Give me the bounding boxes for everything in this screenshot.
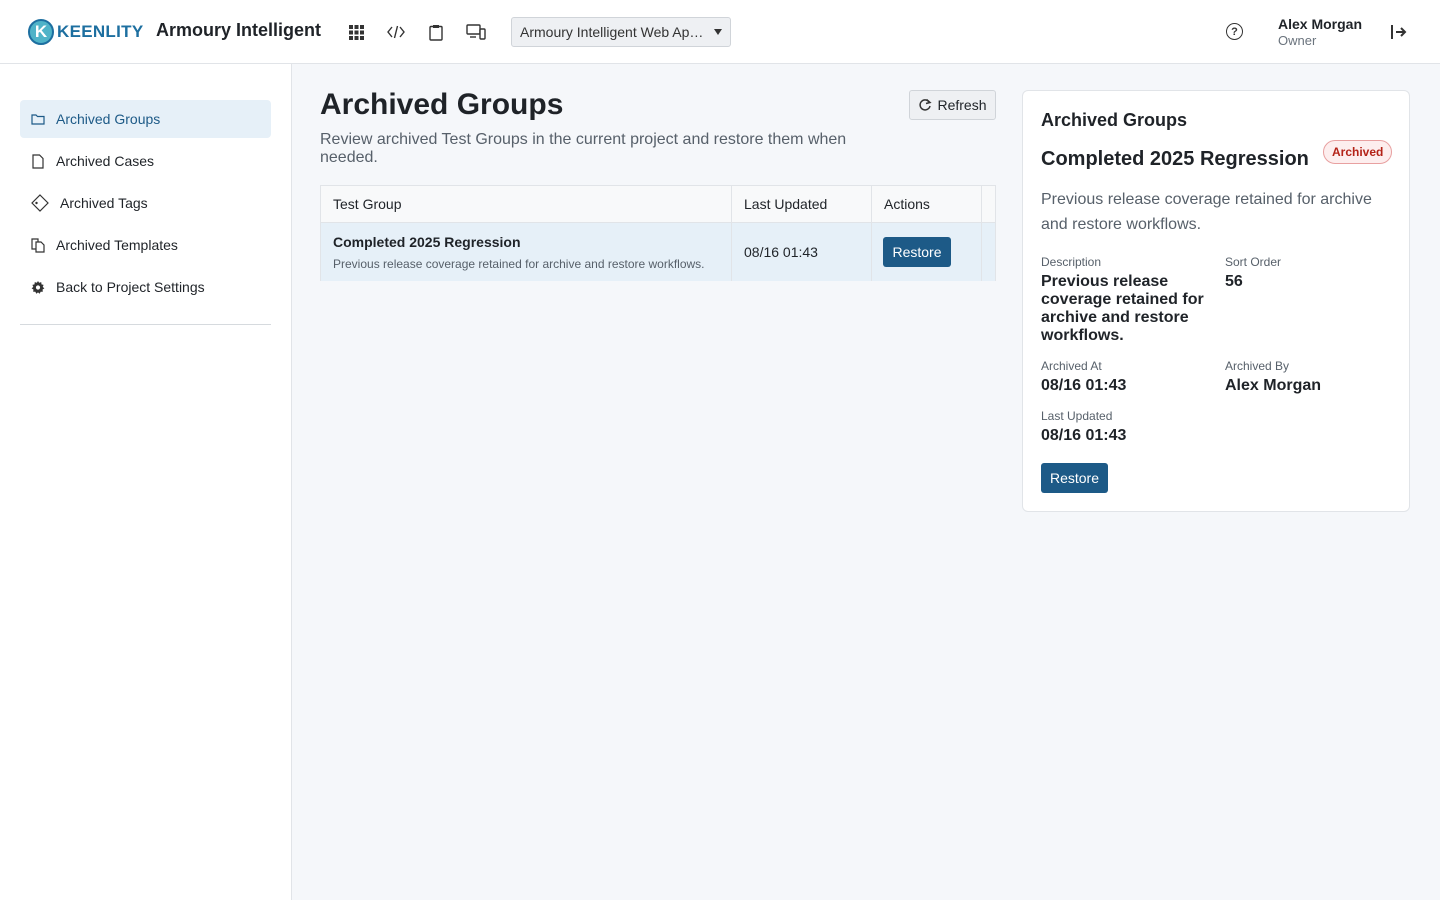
detail-summary: Previous release coverage retained for a… (1041, 191, 1372, 233)
sidebar-divider (20, 324, 271, 325)
column-header-last-updated[interactable]: Last Updated (732, 186, 872, 223)
column-header-test-group[interactable]: Test Group (321, 186, 732, 223)
sidebar-item-label: Archived Groups (56, 111, 161, 127)
sidebar-item-project-settings[interactable]: Back to Project Settings (20, 268, 271, 306)
devices-icon[interactable] (465, 21, 487, 43)
detail-title: Completed 2025 Regression (1041, 148, 1309, 170)
project-select-value: Armoury Intelligent Web Application (520, 24, 706, 40)
app-title: Armoury Intelligent (156, 20, 322, 40)
tag-icon (31, 194, 49, 212)
archived-groups-table: Test Group Last Updated Actions Complete… (320, 185, 996, 281)
sidebar-item-label: Archived Tags (60, 195, 148, 211)
archived-by-label: Archived By (1225, 359, 1290, 373)
column-header-spacer (982, 186, 995, 223)
page-subtitle: Review archived Test Groups in the curre… (320, 131, 847, 166)
last-updated-label: Last Updated (1041, 409, 1113, 423)
description-label: Description (1041, 255, 1102, 269)
project-select[interactable]: Armoury Intelligent Web Application (511, 17, 731, 47)
detail-restore-button[interactable]: Restore (1041, 463, 1108, 493)
sidebar-item-archived-cases[interactable]: Archived Cases (20, 142, 271, 180)
user-role: Owner (1278, 33, 1317, 48)
column-header-actions: Actions (872, 186, 982, 223)
refresh-icon (919, 98, 933, 111)
chevron-down-icon (714, 29, 722, 35)
archived-at-value: 08/16 01:43 (1041, 377, 1127, 394)
file-icon (31, 153, 45, 169)
refresh-label: Refresh (937, 97, 987, 113)
sort-order-value: 56 (1225, 273, 1243, 290)
sidebar-item-label: Archived Cases (56, 153, 155, 169)
refresh-button[interactable]: Refresh (909, 90, 996, 120)
sidebar-item-archived-templates[interactable]: Archived Templates (20, 226, 271, 264)
cell-test-group: Completed 2025 Regression Previous relea… (321, 223, 732, 281)
cell-actions: Restore (872, 223, 982, 281)
archived-by-value: Alex Morgan (1225, 377, 1322, 394)
group-name: Completed 2025 Regression (333, 234, 521, 250)
archived-at-label: Archived At (1041, 359, 1102, 373)
cell-spacer (982, 223, 995, 281)
sidebar-item-label: Back to Project Settings (56, 279, 205, 295)
sidebar-item-archived-tags[interactable]: Archived Tags (20, 184, 271, 222)
clipboard-icon[interactable] (425, 21, 447, 43)
sidebar-item-archived-groups[interactable]: Archived Groups (20, 100, 271, 138)
detail-heading: Archived Groups (1041, 110, 1188, 130)
status-badge: Archived (1323, 140, 1393, 164)
logo-mark: K (28, 19, 54, 45)
help-icon[interactable]: ? (1226, 23, 1243, 40)
last-updated-value: 08/16 01:43 (1041, 427, 1127, 444)
row-restore-button[interactable]: Restore (883, 237, 951, 267)
group-description: Previous release coverage retained for a… (333, 257, 705, 271)
logo-text: KEENLITY (57, 22, 144, 41)
keenlity-logo[interactable]: K KEENLITY (28, 18, 143, 46)
code-icon[interactable] (385, 21, 407, 43)
table-row[interactable]: Completed 2025 Regression Previous relea… (321, 223, 995, 281)
description-value: Previous release coverage retained for a… (1041, 273, 1204, 344)
gear-icon (31, 279, 45, 295)
copy-icon (31, 237, 45, 253)
sort-order-label: Sort Order (1225, 255, 1282, 269)
logout-icon[interactable] (1389, 22, 1409, 42)
grid-icon[interactable] (345, 21, 367, 43)
top-header: K KEENLITY Armoury Intelligent Armoury I… (0, 0, 1440, 64)
folder-icon (31, 111, 45, 127)
last-updated-value: 08/16 01:43 (744, 244, 818, 260)
user-name: Alex Morgan (1278, 16, 1363, 32)
sidebar: Archived Groups Archived Cases Archived … (0, 64, 292, 900)
detail-card: Archived Groups Completed 2025 Regressio… (1022, 90, 1410, 512)
page-title: Archived Groups (320, 88, 564, 121)
cell-last-updated: 08/16 01:43 (732, 223, 872, 281)
sidebar-item-label: Archived Templates (56, 237, 178, 253)
